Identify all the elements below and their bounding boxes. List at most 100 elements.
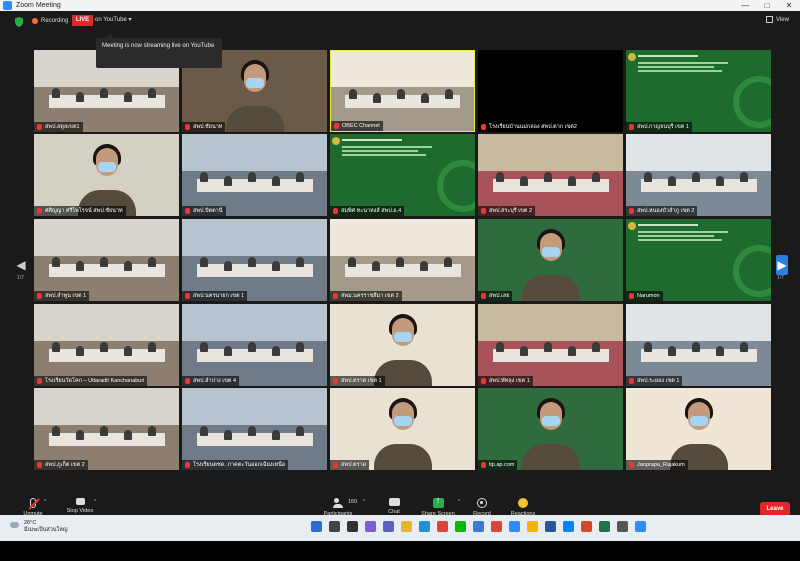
start-menu-icon[interactable]	[311, 521, 322, 532]
messenger-icon[interactable]	[563, 521, 574, 532]
muted-mic-icon	[37, 293, 42, 299]
muted-mic-icon	[185, 378, 190, 384]
muted-mic-icon	[333, 293, 338, 299]
participant-video-tile[interactable]: โรงเรียนบ้านแม่กลอง สพป.ตาก เขต2	[478, 50, 623, 132]
muted-mic-icon	[629, 378, 634, 384]
participant-video-tile[interactable]: สพป.ลำปาง เขต 4	[182, 304, 327, 386]
participant-video-tile[interactable]: สพป.นครนายก เขต 1	[182, 219, 327, 301]
participant-name: สพป.ระยอง เขต 1	[626, 376, 683, 386]
participant-name: สพม.นครราชสีมา เขต 2	[330, 291, 402, 301]
muted-mic-icon	[629, 208, 634, 214]
participant-name: สพป.หนองบัวลำภู เขต 2	[626, 206, 698, 216]
office-logo-icon	[332, 137, 340, 145]
participant-video-tile[interactable]: สพป.กาญจนบุรี เขต 1	[626, 50, 771, 132]
office-logo-icon	[628, 222, 636, 230]
participant-video-tile[interactable]: tip.ap.com	[478, 388, 623, 470]
cloud-icon	[10, 522, 19, 528]
next-page-arrow-icon[interactable]: ▶	[776, 255, 788, 275]
security-shield-icon[interactable]	[15, 17, 23, 27]
participant-video-tile[interactable]: สพป.ระยอง เขต 1	[626, 304, 771, 386]
screen-bottom-border	[0, 541, 800, 561]
participant-name: สพป.เลย	[478, 291, 513, 301]
widgets-icon[interactable]	[365, 521, 376, 532]
participant-name: สมพิศ ทะนาหงส์ สพป.อ.4	[330, 206, 405, 216]
close-button[interactable]: ✕	[778, 0, 800, 11]
previous-page-arrow-icon[interactable]: ◀	[15, 255, 27, 275]
zoom-app-icon[interactable]	[509, 521, 520, 532]
recording-label[interactable]: Recording	[41, 15, 68, 28]
participant-name: สพป.ชัยนาท	[182, 122, 226, 132]
participant-name-text: สพป.ลำปาง เขต 4	[193, 378, 237, 384]
muted-mic-icon	[481, 378, 486, 384]
participants-icon	[332, 498, 344, 508]
live-stream-dropdown[interactable]: on YouTube ▾	[95, 15, 132, 26]
participant-video-tile[interactable]: สพป.ตราด เขต 1	[330, 304, 475, 386]
participant-video-tile[interactable]: สพป.พัทลุง เขต 1	[478, 304, 623, 386]
participant-name-text: โรงเรียนวัดโคก – Uttaradit Kanchanaburi	[45, 378, 145, 384]
recording-dot-icon	[32, 18, 38, 24]
live-badge[interactable]: LIVE	[72, 15, 93, 26]
teams-chat-icon[interactable]	[383, 521, 394, 532]
search-icon[interactable]	[329, 521, 340, 532]
powerpoint-app-icon[interactable]	[581, 521, 592, 532]
word-app-icon[interactable]	[545, 521, 556, 532]
participant-video-tile[interactable]: โรงเรียนวัดโคก – Uttaradit Kanchanaburi	[34, 304, 179, 386]
chrome-browser-icon[interactable]	[491, 521, 502, 532]
chrome-browser-icon[interactable]	[437, 521, 448, 532]
participant-name-text: สพป.เลย	[489, 293, 510, 299]
excel-app-icon[interactable]	[599, 521, 610, 532]
muted-mic-icon	[481, 293, 486, 299]
leave-button[interactable]: Leave	[760, 502, 790, 516]
task-view-icon[interactable]	[347, 521, 358, 532]
participant-video-tile[interactable]: สพป.หนองบัวลำภู เขต 2	[626, 134, 771, 216]
participant-name-text: Narumon	[637, 293, 660, 299]
view-label: View	[776, 17, 789, 23]
page-indicator-left: 1/7	[17, 275, 24, 281]
app-icon[interactable]	[617, 521, 628, 532]
participant-video-tile[interactable]: Narumon	[626, 219, 771, 301]
participant-name-text: สพป.สตูลเขต1	[45, 124, 80, 130]
participant-video-tile[interactable]: สมพิศ ทะนาหงส์ สพป.อ.4	[330, 134, 475, 216]
minimize-button[interactable]: —	[734, 0, 756, 11]
muted-mic-icon	[37, 124, 42, 130]
muted-mic-icon	[333, 208, 338, 214]
participant-video-tile[interactable]: สพป.ปัตตานี	[182, 134, 327, 216]
participant-name: สพป.พัทลุง เขต 1	[478, 376, 533, 386]
streaming-tooltip: Meeting is now streaming live on YouTube	[96, 34, 222, 68]
share-options-chevron-icon[interactable]: ^	[458, 499, 460, 505]
participant-video-tile[interactable]: Janprapa_Rajakum	[626, 388, 771, 470]
store-icon[interactable]	[473, 521, 484, 532]
chat-button[interactable]: Chat	[382, 498, 406, 515]
participant-name: สพป.กาญจนบุรี เขต 1	[626, 122, 692, 132]
muted-mic-icon	[629, 462, 634, 468]
participant-video-tile[interactable]: OBEC Channel	[330, 50, 475, 132]
participant-video-tile[interactable]: สพม.นครราชสีมา เขต 2	[330, 219, 475, 301]
participant-name-text: สพป.พัทลุง เขต 1	[489, 378, 530, 384]
participant-video-tile[interactable]: สพป.ตราด	[330, 388, 475, 470]
muted-mic-icon	[481, 124, 486, 130]
participant-video-tile[interactable]: สพป.ลำพูน เขต 1	[34, 219, 179, 301]
participant-name: Narumon	[626, 291, 663, 301]
participant-name-text: สพป.หนองบัวลำภู เขต 2	[637, 208, 695, 214]
smiley-icon	[518, 498, 528, 508]
participant-video-tile[interactable]: โรงเรียนตชด. ภาคตะวันออกเฉียงเหนือ	[182, 388, 327, 470]
participant-name-text: สพป.ตราด เขต 1	[341, 378, 382, 384]
video-options-chevron-icon[interactable]: ^	[94, 499, 96, 505]
edge-browser-icon[interactable]	[419, 521, 430, 532]
participant-video-tile[interactable]: สพป.เลย	[478, 219, 623, 301]
participant-name: สพป.ภูเก็ต เขต 2	[34, 460, 88, 470]
participant-video-tile[interactable]: สพป.สระบุรี เขต 2	[478, 134, 623, 216]
participant-name-text: สพป.ชัยนาท	[193, 124, 223, 130]
participants-options-chevron-icon[interactable]: ^	[363, 499, 365, 505]
zoom-app-icon[interactable]	[635, 521, 646, 532]
chrome-browser-icon[interactable]	[527, 521, 538, 532]
participant-name-text: Janprapa_Rajakum	[637, 462, 685, 468]
file-explorer-icon[interactable]	[401, 521, 412, 532]
view-button[interactable]: View	[766, 15, 789, 26]
maximize-button[interactable]: □	[756, 0, 778, 11]
line-app-icon[interactable]	[455, 521, 466, 532]
participant-video-tile[interactable]: สพป.ภูเก็ต เขต 2	[34, 388, 179, 470]
participant-video-tile[interactable]: ศศิญญา ศรีไพโรจน์ สพป.ชัยนาท	[34, 134, 179, 216]
participant-name: OBEC Channel	[331, 121, 383, 131]
audio-options-chevron-icon[interactable]: ^	[44, 499, 46, 505]
